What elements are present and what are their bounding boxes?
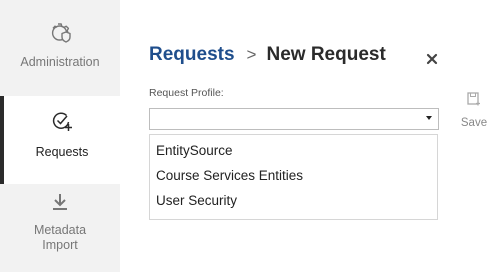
dropdown-option[interactable]: Course Services Entities bbox=[150, 166, 437, 191]
page-title: New Request bbox=[266, 44, 386, 65]
save-icon bbox=[467, 92, 481, 111]
check-plus-icon bbox=[51, 110, 73, 137]
admin-gear-shield-icon bbox=[49, 22, 71, 49]
breadcrumb-link-requests[interactable]: Requests bbox=[149, 44, 235, 66]
breadcrumb: Requests > New Request bbox=[149, 44, 386, 66]
save-label: Save bbox=[460, 117, 488, 129]
sidebar-item-label: Administration bbox=[20, 55, 100, 69]
request-profile-select[interactable] bbox=[149, 108, 439, 130]
breadcrumb-separator: > bbox=[246, 45, 257, 64]
download-icon bbox=[50, 192, 70, 217]
sidebar: Administration Requests Metadata Import bbox=[0, 0, 120, 272]
caret-down-icon bbox=[426, 116, 432, 120]
sidebar-item-metadata-import[interactable]: Metadata Import bbox=[0, 192, 120, 272]
dropdown-option[interactable]: User Security bbox=[150, 191, 437, 216]
sidebar-item-label: Requests bbox=[35, 145, 89, 159]
request-profile-label: Request Profile: bbox=[149, 87, 224, 99]
dropdown-option[interactable]: EntitySource bbox=[150, 141, 437, 166]
request-profile-dropdown: EntitySource Course Services Entities Us… bbox=[149, 134, 438, 220]
sidebar-item-label: Metadata Import bbox=[33, 223, 87, 252]
sidebar-item-requests[interactable]: Requests bbox=[0, 96, 120, 184]
close-icon[interactable] bbox=[425, 52, 439, 66]
save-button[interactable]: Save bbox=[459, 92, 489, 129]
sidebar-item-administration[interactable]: Administration bbox=[0, 22, 120, 92]
